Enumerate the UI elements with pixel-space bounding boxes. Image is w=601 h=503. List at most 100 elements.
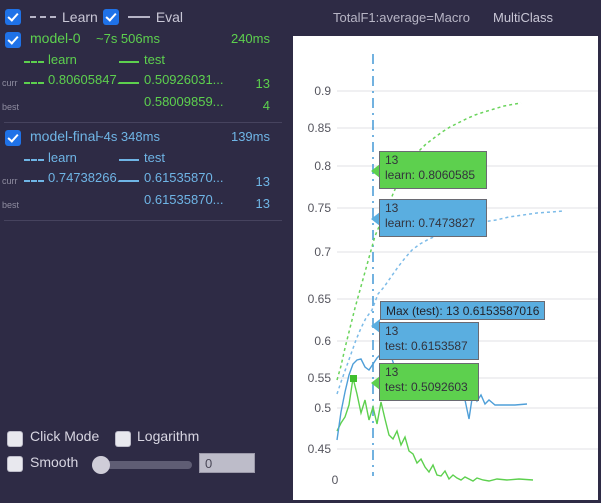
model-0-learn-dash-swatch [24,61,44,63]
logarithm-label: Logarithm [137,428,200,444]
svg-text:0.55: 0.55 [308,371,332,385]
model-final-test-label: test [144,150,165,165]
smooth-slider-knob[interactable] [92,456,110,474]
chart-controls: Click Mode Logarithm Smooth 0 [0,428,290,503]
model-final-best-index: 13 [255,196,270,211]
chart-svg: 0.9 0.85 0.8 0.75 0.7 0.65 0.6 0.55 0.5 … [308,54,598,487]
model-final-best-tag: best [2,200,20,210]
svg-text:0.65: 0.65 [308,292,332,306]
model-final-learn-label: learn [48,150,77,165]
model-0-curr-learn-value: 0.80605847... [48,72,128,87]
chart-header: TotalF1:average=Macro MultiClass [293,0,598,36]
model-header: model-final ~4s 348ms 139ms [0,128,290,150]
svg-text:0.5: 0.5 [314,401,331,415]
model-0-series-legend: learn test [0,52,290,72]
svg-text:0.6: 0.6 [314,334,331,348]
model-final-visibility-checkbox[interactable] [6,131,20,145]
model-0-best-row: best 0.58009859... 4 [0,94,290,116]
model-0-curr-test-swatch [119,82,139,84]
smooth-slider[interactable] [92,456,192,474]
model-final-curr-learn-swatch [24,180,44,182]
x-axis-labels: 0 [332,473,339,487]
model-final-curr-learn-value: 0.74738266... [48,170,128,185]
tooltip-value: test: 0.5092603 [385,380,468,394]
eval-legend-label: Eval [155,9,184,25]
eval-solid-swatch [127,16,150,18]
model-0-visibility-checkbox[interactable] [6,33,20,47]
model-0-best-test-value: 0.58009859... [144,94,224,109]
smooth-checkbox[interactable] [8,457,22,471]
model-0-duration: ~7s 506ms [96,31,160,46]
model-block-final: model-final ~4s 348ms 139ms learn test c… [0,128,290,214]
smooth-row: Smooth 0 [0,452,290,482]
model-divider-0 [4,122,282,123]
model-final-test-solid-swatch [119,159,139,161]
tooltip-iteration: 13 [385,201,399,215]
tooltip-test-model-final[interactable]: 13 test: 0.6153587 [379,322,479,360]
tooltip-value: learn: 0.7473827 [385,216,476,230]
click-mode-checkbox[interactable] [8,432,22,446]
model-0-curr-tag: curr [2,78,18,88]
svg-text:0.9: 0.9 [314,84,331,98]
model-0-test-label: test [144,52,165,67]
logarithm-checkbox[interactable] [116,432,130,446]
model-final-series-legend: learn test [0,150,290,170]
model-final-curr-test-value: 0.61535870... [144,170,224,185]
y-axis-labels: 0.9 0.85 0.8 0.75 0.7 0.65 0.6 0.55 0.5 … [308,84,332,456]
catboost-training-widget: Learn Eval model-0 ~7s 506ms 240ms learn… [0,0,601,503]
model-0-learn-label: learn [48,52,77,67]
eval-visibility-checkbox[interactable] [103,10,118,24]
chart-metric-title: TotalF1:average=Macro [333,10,470,25]
model-0-best-tag: best [2,102,20,112]
model-0-name[interactable]: model-0 [30,30,81,46]
metrics-sidebar: Learn Eval model-0 ~7s 506ms 240ms learn… [0,0,290,503]
model-final-iteration-time: 139ms [230,129,270,144]
svg-text:0.75: 0.75 [308,201,332,215]
svg-text:0: 0 [332,473,339,487]
model-final-curr-tag: curr [2,176,18,186]
model-final-best-test-value: 0.61535870... [144,192,224,207]
tooltip-iteration: 13 [385,365,399,379]
metric-chart[interactable]: 0.9 0.85 0.8 0.75 0.7 0.65 0.6 0.55 0.5 … [293,36,598,500]
model-0-curr-index: 13 [255,76,270,91]
learn-visibility-checkbox[interactable] [6,10,20,24]
model-divider-final [4,220,282,221]
svg-text:0.8: 0.8 [314,159,331,173]
learn-dash-swatch [30,16,56,18]
svg-text:0.45: 0.45 [308,442,332,456]
model-0-best-index: 4 [262,98,270,113]
smooth-label: Smooth [30,454,79,470]
tooltip-test-model-0[interactable]: 13 test: 0.5092603 [379,363,479,401]
model-0-best-marker [350,375,357,382]
click-mode-label: Click Mode [30,428,100,444]
global-legend: Learn Eval [6,7,183,27]
model-final-curr-test-swatch [119,180,139,182]
model-0-iteration-time: 240ms [230,31,270,46]
tooltip-iteration: 13 [385,153,399,167]
toggles-row: Click Mode Logarithm [0,428,290,452]
model-final-curr-index: 13 [255,174,270,189]
tooltip-max-test[interactable]: Max (test): 13 0.6153587016 [380,301,546,320]
chart-mode-label: MultiClass [493,10,553,25]
svg-text:0.85: 0.85 [308,121,332,135]
model-final-learn-dash-swatch [24,159,44,161]
model-0-test-solid-swatch [119,61,139,63]
model-0-curr-learn-swatch [24,82,44,84]
model-block-0: model-0 ~7s 506ms 240ms learn test curr … [0,30,290,116]
tooltip-value: test: 0.6153587 [385,339,468,353]
learn-legend-label: Learn [62,9,98,25]
svg-text:0.7: 0.7 [314,245,331,259]
tooltip-learn-model-0[interactable]: 13 learn: 0.8060585 [379,151,487,189]
tooltip-iteration: 13 [385,324,399,338]
model-final-best-row: best 0.61535870... 13 [0,192,290,214]
tooltip-learn-model-final[interactable]: 13 learn: 0.7473827 [379,199,487,237]
tooltip-value: learn: 0.8060585 [385,168,476,182]
model-header: model-0 ~7s 506ms 240ms [0,30,290,52]
model-final-duration: ~4s 348ms [96,129,160,144]
plot-area[interactable]: 0.9 0.85 0.8 0.75 0.7 0.65 0.6 0.55 0.5 … [293,36,598,500]
model-0-curr-row: curr 0.80605847... 0.50926031... 13 [0,72,290,94]
smooth-value-input[interactable]: 0 [199,453,255,473]
model-final-curr-row: curr 0.74738266... 0.61535870... 13 [0,170,290,192]
model-0-curr-test-value: 0.50926031... [144,72,224,87]
model-final-name[interactable]: model-final [30,128,98,144]
